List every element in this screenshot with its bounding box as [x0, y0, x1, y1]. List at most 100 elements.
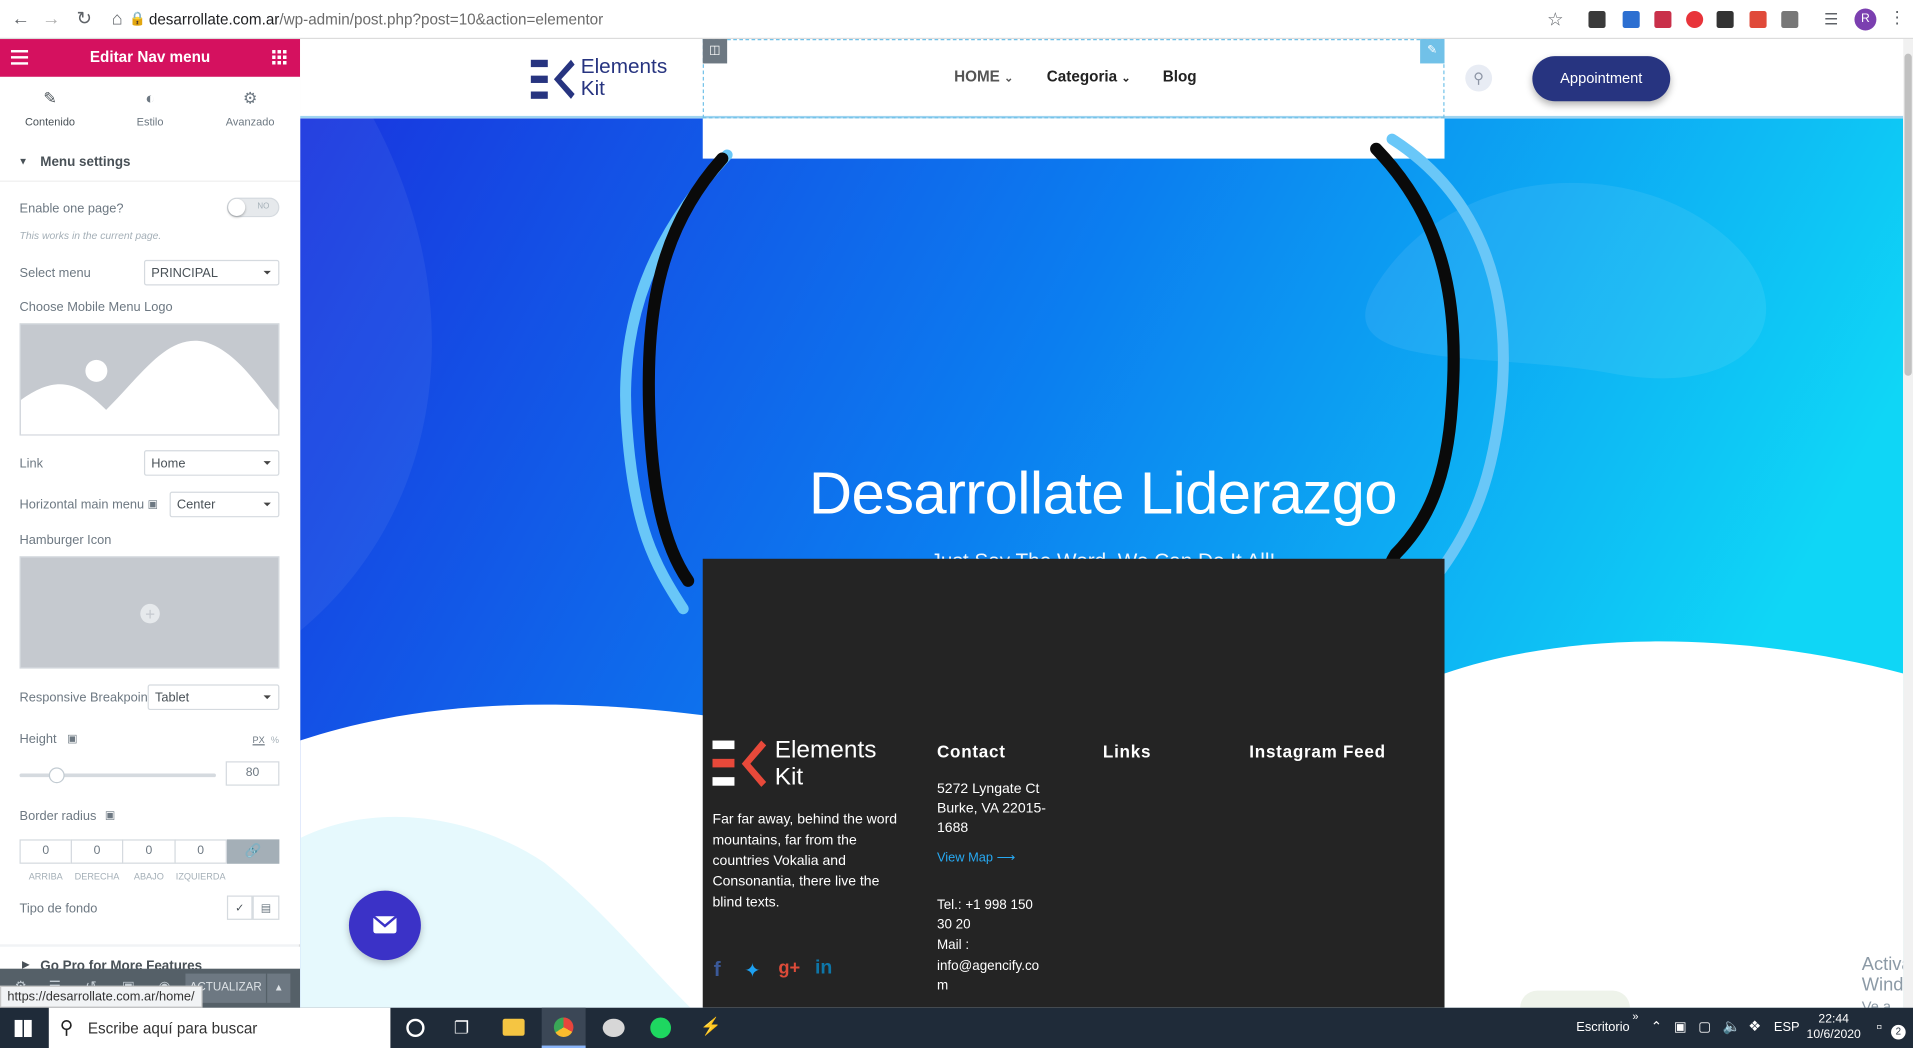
menu-item-home[interactable]: HOME ⌄ [954, 68, 1013, 85]
chevron-down-icon: ⌄ [1004, 71, 1014, 85]
menu-item-categoria[interactable]: Categoria ⌄ [1047, 68, 1131, 85]
link-values-icon[interactable]: 🔗 [226, 839, 280, 864]
height-slider[interactable] [19, 767, 216, 784]
notifications-icon[interactable]: ▫ [1876, 1017, 1882, 1035]
taskbar-chrome-app[interactable] [541, 1007, 586, 1048]
breakpoint-label: Responsive Breakpoint [19, 690, 152, 706]
toggle-knob [228, 198, 246, 216]
dropbox-icon[interactable]: ❖ [1748, 1017, 1761, 1034]
display-icon[interactable]: ▢ [1698, 1019, 1711, 1035]
column-handle-icon[interactable]: ◫ [702, 39, 728, 64]
height-input[interactable]: 80 [225, 761, 280, 786]
star-icon[interactable]: ☆ [1547, 9, 1563, 31]
slider-handle[interactable] [48, 767, 65, 784]
toolbar-chevron-icon[interactable]: » [1632, 1010, 1638, 1022]
link-dropdown[interactable]: Home [143, 450, 280, 476]
elementor-panel: Editar Nav menu ✎ Contenido ◐ Estilo ⚙ Avan… [0, 39, 301, 1008]
border-bottom-input[interactable]: 0 [122, 839, 176, 864]
border-right-input[interactable]: 0 [70, 839, 124, 864]
home-icon[interactable]: ⌂ [106, 9, 128, 31]
view-map-link[interactable]: View Map ⟶ [937, 850, 1015, 865]
height-label: Height [19, 732, 57, 747]
logo-line: Elements [774, 736, 877, 764]
more-menu-icon[interactable]: ⋮ [1889, 7, 1906, 28]
mobile-logo-label: Choose Mobile Menu Logo [19, 300, 173, 315]
language-indicator[interactable]: ESP [1774, 1020, 1800, 1035]
extension-icon[interactable] [1654, 10, 1672, 29]
extension-icon[interactable] [1622, 10, 1640, 29]
brush-icon[interactable]: ✓ [226, 895, 253, 920]
google-plus-icon[interactable]: g+ [778, 958, 800, 979]
clock[interactable]: 22:44 10/6/2020 [1806, 1011, 1862, 1043]
widgets-grid-icon[interactable] [272, 50, 287, 65]
app-icon[interactable]: ⚡ [700, 1016, 721, 1037]
reload-icon[interactable]: ↻ [73, 9, 95, 31]
windows-activation-notice: Activar Windows Ve a Configuración para … [1862, 954, 1903, 1008]
extension-icon[interactable] [1716, 10, 1734, 29]
mail-fab-button[interactable] [348, 890, 421, 961]
extension-icon[interactable] [1749, 10, 1767, 29]
contact-mail[interactable]: info@agencify.co m [937, 956, 1041, 995]
cortana-icon[interactable] [406, 1018, 425, 1038]
border-left-input[interactable]: 0 [174, 839, 227, 864]
tab-label: Avanzado [225, 115, 275, 129]
spotify-icon[interactable] [650, 1017, 672, 1039]
elementskit-logo-icon[interactable] [530, 59, 575, 100]
edit-widget-icon[interactable]: ✎ [1420, 39, 1445, 64]
mobile-logo-picker[interactable] [19, 323, 280, 436]
appointment-button[interactable]: Appointment [1532, 56, 1671, 102]
back-icon[interactable]: ← [10, 9, 32, 31]
caret-up-icon[interactable]: ▲ [265, 973, 291, 1003]
twitter-icon[interactable]: ✦ [744, 959, 760, 983]
desktop-icon: ▣ [147, 497, 159, 510]
plus-icon: + [140, 603, 160, 624]
one-page-toggle[interactable]: NO [226, 197, 280, 218]
url-path: /wp-admin/post.php?post=10&action=elemen… [279, 10, 604, 29]
file-explorer-icon[interactable] [502, 1018, 525, 1036]
volume-icon[interactable]: 🔈 [1723, 1017, 1741, 1034]
footer-section: Elements Kit Far far away, behind the wor… [702, 558, 1445, 1008]
forward-icon[interactable]: → [40, 9, 62, 31]
horizontal-menu-label: Horizontal main menu [19, 497, 145, 513]
paint-icon[interactable] [602, 1018, 625, 1038]
extension-icon[interactable] [1588, 10, 1606, 29]
section-header[interactable]: ▼ Menu settings [0, 144, 301, 182]
extension-icon[interactable] [1686, 10, 1704, 29]
unit-percent[interactable]: % [271, 734, 279, 745]
network-icon[interactable]: ▣ [1674, 1019, 1687, 1035]
profile-avatar[interactable]: R [1854, 8, 1877, 31]
hidden-icons-icon[interactable]: ⌃ [1651, 1019, 1662, 1035]
search-icon: ⚲ [59, 1017, 74, 1039]
clock-time: 22:44 [1818, 1012, 1849, 1027]
logo-text[interactable]: Elements Kit [581, 56, 667, 100]
gear-icon: ⚙ [242, 89, 258, 108]
windows-start-icon[interactable] [14, 1019, 32, 1038]
facebook-icon[interactable]: f [714, 958, 721, 982]
links-heading: Links [1102, 741, 1152, 762]
border-caption: ARRIBA [28, 871, 63, 883]
windows-taskbar: ⚲ Escribe aquí para buscar ❐ ⚡ Escritori… [0, 1007, 1913, 1048]
unit-px[interactable]: PX [253, 734, 265, 745]
plant-image [1520, 990, 1630, 1008]
media-control-icon[interactable]: ☰ [1824, 10, 1838, 30]
browser-toolbar: ← → ↻ ⌂ 🔒 desarrollate.com.ar/wp-admin/p… [0, 0, 1913, 40]
search-icon[interactable]: ⚲ [1465, 64, 1493, 92]
extension-icon[interactable] [1781, 10, 1799, 29]
page-scrollbar[interactable] [1903, 39, 1913, 1008]
horizontal-menu-dropdown[interactable]: Center [169, 491, 280, 518]
select-menu-dropdown[interactable]: PRINCIPAL [143, 259, 280, 286]
desktop-icon: ▣ [104, 808, 116, 822]
breakpoint-dropdown[interactable]: Tablet [147, 684, 280, 711]
gradient-icon[interactable]: ▤ [252, 895, 280, 920]
address-bar[interactable]: desarrollate.com.ar/wp-admin/post.php?po… [149, 11, 603, 28]
linkedin-icon[interactable]: in [815, 958, 832, 980]
scrollbar-thumb[interactable] [1904, 53, 1912, 376]
border-top-input[interactable]: 0 [19, 839, 72, 864]
desktop-toolbar-label[interactable]: Escritorio [1576, 1020, 1629, 1035]
menu-item-blog[interactable]: Blog [1163, 68, 1197, 85]
border-caption: ABAJO [133, 871, 164, 883]
task-view-icon[interactable]: ❐ [454, 1017, 469, 1038]
hamburger-icon-picker[interactable]: + [19, 556, 280, 669]
taskbar-search-box[interactable]: ⚲ Escribe aquí para buscar [48, 1007, 391, 1048]
border-radius-label: Border radius [19, 808, 97, 824]
